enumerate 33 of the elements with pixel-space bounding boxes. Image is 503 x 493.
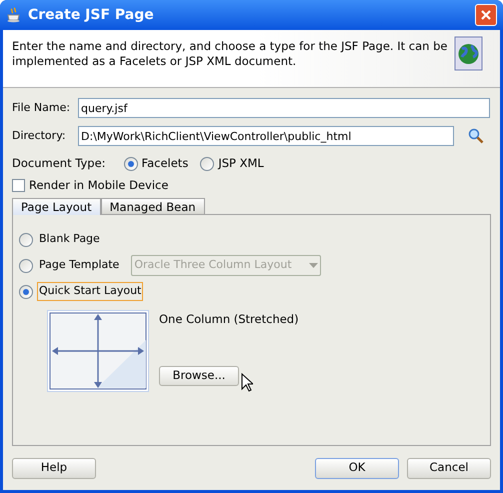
close-button[interactable] [475,4,497,26]
layout-caption: One Column (Stretched) [159,310,299,328]
window-title: Create JSF Page [28,6,155,24]
tab[interactable]: Page Layout [12,198,101,214]
checkbox-label: Render in Mobile Device [29,177,168,194]
browse-button[interactable]: Browse... [159,366,239,386]
radio-label: Blank Page [38,231,101,248]
coffee-cup-icon [6,7,22,23]
radio-button[interactable] [19,232,33,246]
radio-button[interactable] [200,156,214,171]
radio-button[interactable] [19,258,33,272]
radio-label: Facelets [142,155,188,172]
field-label: Directory: [12,128,67,144]
close-icon [480,9,492,21]
dropdown-arrow-icon [309,263,318,268]
dialog-button[interactable]: OK [315,458,399,478]
dialog-button[interactable]: Help [12,458,96,478]
mouse-cursor-icon [241,372,253,392]
input-field[interactable]: D:\MyWork\RichClient\ViewController\public_html [78,126,454,146]
field-label: File Name: [12,100,72,116]
radio-button[interactable] [19,284,33,298]
tab[interactable]: Managed Bean [100,198,205,214]
globe-icon [454,36,484,72]
dialog-button[interactable]: Cancel [407,458,491,478]
checkbox[interactable] [12,179,25,192]
field-label: Document Type: [12,155,106,172]
radio-label: Quick Start Layout [37,282,144,301]
radio-button[interactable] [124,156,138,171]
search-icon[interactable] [468,128,484,144]
radio-label: Page Template [38,257,120,274]
description-text: Enter the name and directory, and choose a type for the JSF Page. It can be implemented as a Facelets or JSP XML document. [12,39,448,69]
input-field[interactable]: query.jsf [78,98,490,118]
radio-label: JSP XML [218,155,264,172]
